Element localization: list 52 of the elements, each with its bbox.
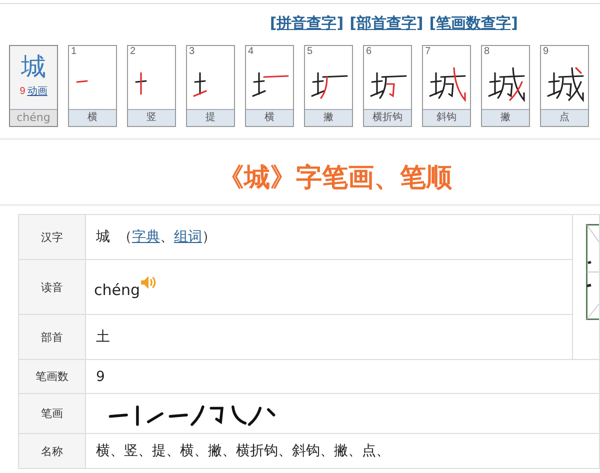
animation-link[interactable]: 动画 — [27, 84, 48, 98]
pinyin-value: chéng — [94, 281, 140, 299]
stroke-number: 4 — [248, 46, 254, 57]
stroke-number: 2 — [130, 46, 136, 57]
stroke-order-drawing — [546, 67, 584, 101]
stroke-order-drawing — [488, 67, 524, 101]
stroke-number: 8 — [484, 46, 490, 57]
stroke-number: 9 — [543, 46, 549, 57]
page-title: 《城》字笔画、笔顺 — [218, 162, 453, 195]
stroke-number: 7 — [425, 46, 431, 57]
stroke-name: 点 — [541, 109, 588, 126]
row-label: 名称 — [18, 434, 86, 468]
stroke-name: 斜钩 — [423, 109, 470, 126]
stroke-name: 竖 — [128, 109, 175, 126]
stroke-count: 9 — [20, 86, 26, 96]
character: 城 — [21, 52, 46, 82]
punctuation: 、 — [160, 228, 174, 246]
nav-link[interactable]: [笔画数查字] — [429, 14, 518, 38]
row-value: 横、竖、提、横、撇、横折钩、斜钩、撇、点、 — [95, 443, 390, 459]
stroke-order-drawing — [252, 72, 288, 97]
stroke-number: 6 — [366, 46, 372, 57]
row-value: 土 — [95, 329, 110, 345]
character-value: 城 — [96, 228, 110, 246]
stroke-order-drawing — [134, 72, 146, 95]
stroke-number: 1 — [71, 46, 77, 57]
stroke-name: 横折钩 — [364, 109, 411, 126]
stroke-name: 撇 — [305, 109, 352, 126]
stroke-order-drawing — [370, 72, 406, 99]
pinyin-label: chéng — [10, 109, 57, 126]
stroke-order-drawing — [310, 72, 348, 99]
row-label: 笔画数 — [18, 360, 86, 394]
row-value: 9 — [95, 368, 105, 384]
stroke-number: 5 — [307, 46, 313, 57]
stroke-name: 横 — [69, 109, 116, 126]
stroke-name: 横 — [246, 109, 293, 126]
stroke-order-drawing — [428, 67, 466, 101]
stroke-number: 3 — [189, 46, 195, 57]
row-label: 读音 — [18, 260, 86, 314]
nav-link[interactable]: [拼音查字] — [270, 14, 344, 38]
punctuation: （ — [118, 228, 132, 246]
speaker-icon[interactable] — [140, 275, 158, 290]
row-label: 笔画 — [18, 394, 86, 434]
stroke-order-drawing — [76, 80, 88, 83]
punctuation: ） — [202, 228, 216, 246]
stroke-name: 撇 — [482, 109, 529, 126]
dictionary-link[interactable]: 字典 — [132, 228, 160, 246]
row-label: 部首 — [18, 314, 86, 360]
stroke-order-drawing — [192, 72, 206, 97]
dictionary-link[interactable]: 组词 — [174, 228, 202, 246]
nav-link[interactable]: [部首查字] — [350, 14, 424, 38]
row-label: 汉字 — [18, 214, 86, 260]
stroke-name: 提 — [187, 109, 234, 126]
